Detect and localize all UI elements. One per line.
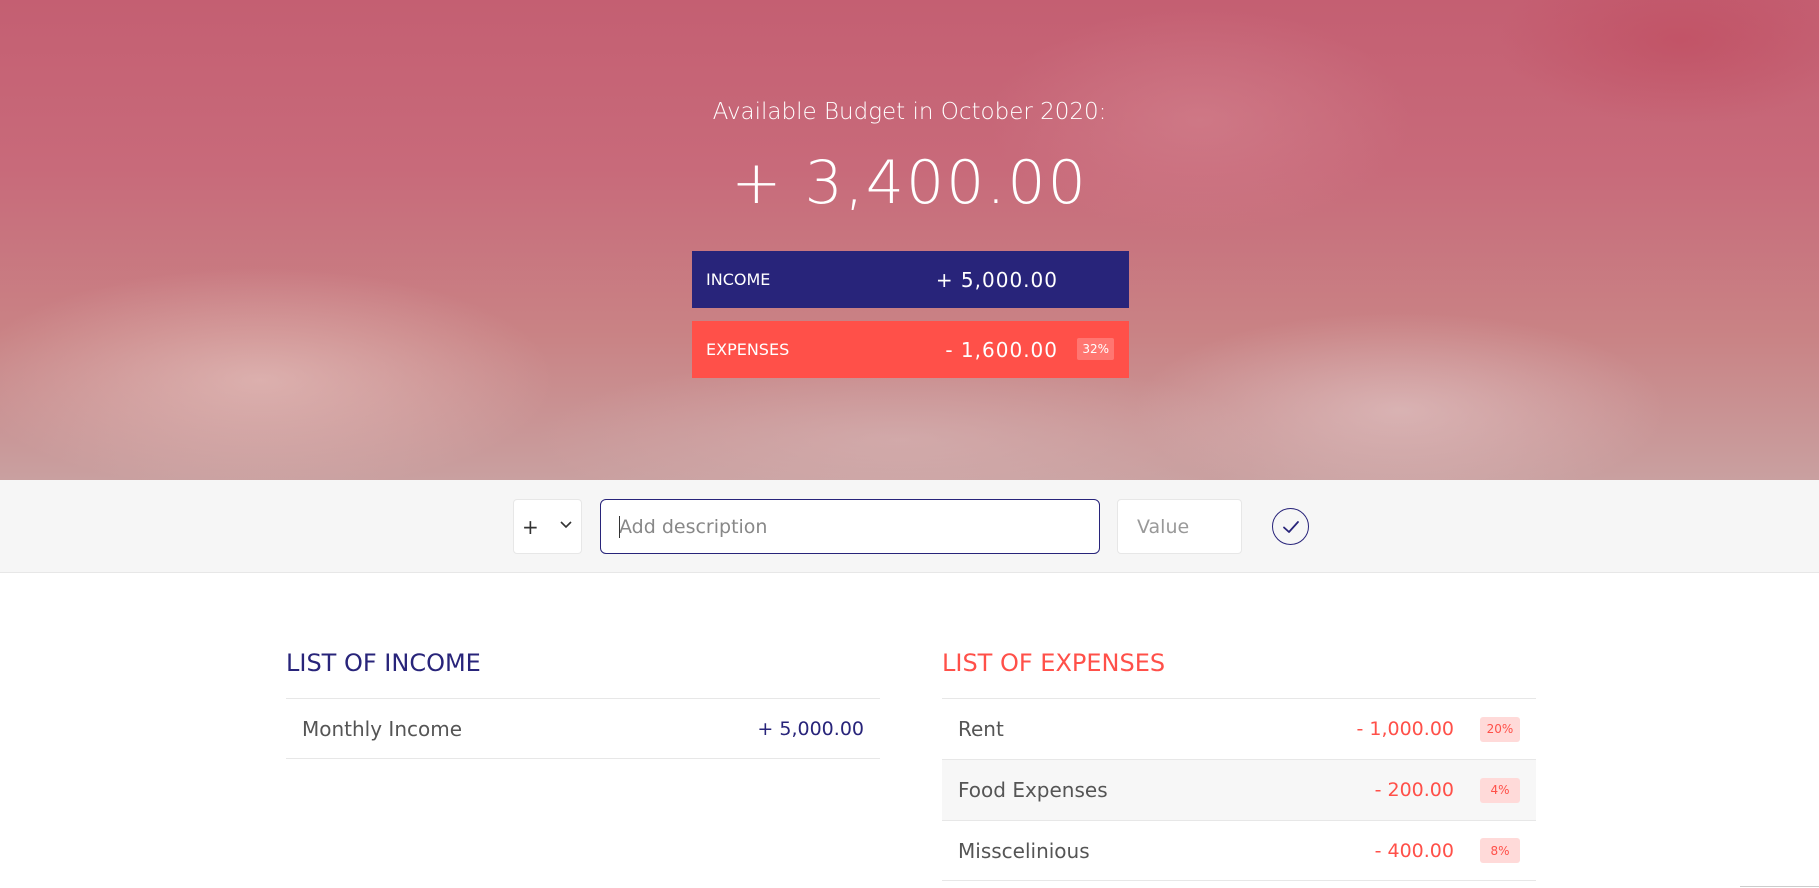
expense-item-percentage: 8% <box>1480 838 1520 863</box>
income-list-title: List of Income <box>286 649 481 677</box>
expenses-summary: Expenses - 1,600.00 32% <box>692 321 1129 378</box>
expense-item-percentage: 4% <box>1480 777 1520 803</box>
income-summary: Income + 5,000.00 <box>692 251 1129 308</box>
expense-item-value: - 200.00 <box>1374 779 1454 801</box>
income-list: List of Income Monthly Income + 5,000.00 <box>286 648 880 759</box>
expense-item-description: Misscelinious <box>958 838 1090 863</box>
text-caret <box>619 516 620 538</box>
income-label: Income <box>706 270 771 289</box>
expenses-list: List of Expenses Rent - 1,000.00 20% Foo… <box>942 648 1536 881</box>
expenses-percentage-badge: 32% <box>1077 338 1114 360</box>
check-icon <box>1282 520 1299 533</box>
income-value: + 5,000.00 <box>935 267 1058 292</box>
expense-item-value: - 1,000.00 <box>1356 718 1454 740</box>
expenses-label: Expenses <box>706 340 790 359</box>
expenses-list-title: List of Expenses <box>942 649 1166 677</box>
description-input[interactable] <box>600 499 1100 554</box>
expense-item-description: Food Expenses <box>958 778 1108 802</box>
income-item-value: + 5,000.00 <box>757 717 864 740</box>
expense-item-description: Rent <box>958 717 1004 741</box>
divider <box>1740 886 1819 887</box>
add-entry-button[interactable] <box>1272 508 1309 545</box>
type-select-value: + <box>522 514 539 539</box>
type-select[interactable]: + <box>513 499 582 554</box>
budget-title: Available Budget in October 2020: <box>712 99 1107 125</box>
budget-header: Available Budget in October 2020: + 3,40… <box>0 0 1819 480</box>
income-item-description: Monthly Income <box>302 716 463 741</box>
expenses-value: - 1,600.00 <box>945 337 1058 362</box>
value-input[interactable] <box>1117 499 1242 554</box>
expense-item[interactable]: Misscelinious - 400.00 8% <box>942 820 1536 881</box>
expense-item[interactable]: Rent - 1,000.00 20% <box>942 698 1536 759</box>
chevron-down-icon <box>560 521 572 529</box>
budget-value: + 3,400.00 <box>731 148 1088 218</box>
income-item[interactable]: Monthly Income + 5,000.00 <box>286 698 880 759</box>
expense-item-value: - 400.00 <box>1374 839 1454 862</box>
expense-item-percentage: 20% <box>1480 716 1520 742</box>
add-entry-bar: + <box>0 480 1819 573</box>
expense-item[interactable]: Food Expenses - 200.00 4% <box>942 759 1536 820</box>
